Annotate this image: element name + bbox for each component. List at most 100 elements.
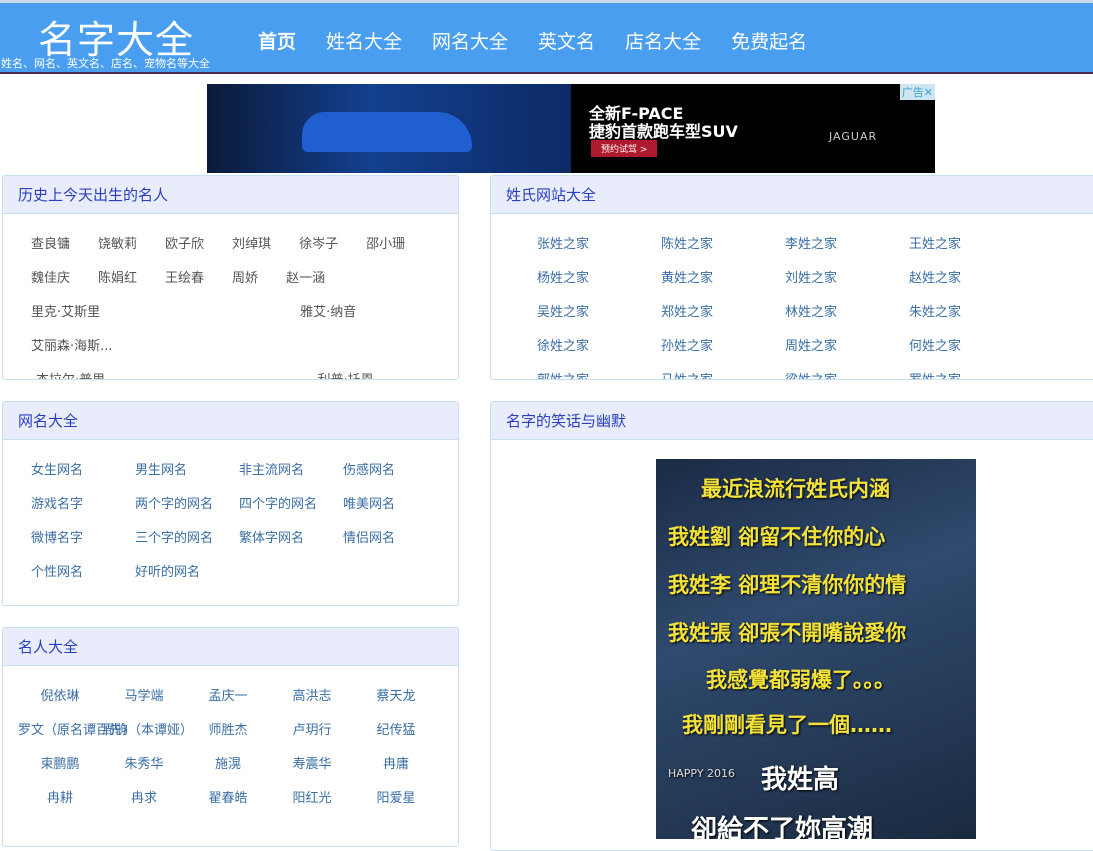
celeb-link[interactable]: 雅艾·纳音 xyxy=(300,296,356,330)
famous-link[interactable]: 卢玥行 xyxy=(270,714,354,748)
surname-link[interactable]: 李姓之家 xyxy=(761,228,885,262)
nav-shop-names[interactable]: 店名大全 xyxy=(625,27,701,54)
surname-link[interactable]: 王姓之家 xyxy=(885,228,1009,262)
celeb-link[interactable]: 利普·托恩 xyxy=(318,364,374,379)
famous-link[interactable]: 马学端 xyxy=(102,680,186,714)
famous-link[interactable]: 翟春皓 xyxy=(186,782,270,816)
poster-line: 我剛剛看見了一個…… xyxy=(682,713,892,737)
surname-link[interactable]: 何姓之家 xyxy=(885,330,1009,364)
ad-car-image xyxy=(207,84,571,173)
netname-link[interactable]: 男生网名 xyxy=(135,454,239,488)
famous-link[interactable]: 冉求 xyxy=(102,782,186,816)
poster-line: 我姓張 卻張不開嘴說愛你 xyxy=(668,621,907,645)
famous-link[interactable]: 束鹏鹏 xyxy=(18,748,102,782)
celeb-link[interactable]: 查良镛 xyxy=(31,228,70,262)
netname-link[interactable]: 女生网名 xyxy=(31,454,135,488)
surname-link[interactable]: 徐姓之家 xyxy=(513,330,637,364)
famous-link[interactable]: 阳爱星 xyxy=(354,782,438,816)
nav-names[interactable]: 姓名大全 xyxy=(326,27,402,54)
netname-link[interactable]: 唯美网名 xyxy=(343,488,447,522)
surname-link[interactable]: 杨姓之家 xyxy=(513,262,637,296)
surname-link[interactable]: 陈姓之家 xyxy=(637,228,761,262)
netname-link[interactable]: 非主流网名 xyxy=(239,454,343,488)
celebs-list: 查良镛 饶敏莉 欧子欣 刘绰琪 徐岑子 邵小珊魏佳庆 陈娟红 王绘春 周娇 赵一涵里克·艾斯里 雅艾… xyxy=(3,214,458,379)
nav-free-naming[interactable]: 免费起名 xyxy=(731,27,807,54)
poster-line: 我感覺都弱爆了。。。 xyxy=(706,668,895,692)
nav-english-names[interactable]: 英文名 xyxy=(538,27,595,54)
famous-link[interactable]: 施滉 xyxy=(186,748,270,782)
surname-link[interactable]: 吴姓之家 xyxy=(513,296,637,330)
celeb-link[interactable]: 魏佳庆 xyxy=(31,262,70,296)
surname-link[interactable]: 郭姓之家 xyxy=(513,364,637,379)
famous-link[interactable]: 纪传猛 xyxy=(354,714,438,748)
netname-link[interactable]: 微博名字 xyxy=(31,522,135,556)
famous-link[interactable]: 冉耕 xyxy=(18,782,102,816)
surname-link[interactable]: 梁姓之家 xyxy=(761,364,885,379)
surname-link[interactable]: 马姓之家 xyxy=(637,364,761,379)
surname-link[interactable]: 朱姓之家 xyxy=(885,296,1009,330)
nav-netnames[interactable]: 网名大全 xyxy=(432,27,508,54)
celeb-link[interactable]: 周娇 xyxy=(232,262,258,296)
famous-link[interactable]: 倪依琳 xyxy=(18,680,102,714)
ad-close-button[interactable]: 广告✕ xyxy=(899,84,935,100)
poster-line: 卻給不了妳高潮 xyxy=(691,815,874,839)
panel-title: 网名大全 xyxy=(3,402,458,440)
netnames-list: 女生网名 男生网名 非主流网名 伤感网名游戏名字 两个字的网名 四个字的网名 唯美网名微博名… xyxy=(3,440,458,590)
netname-link[interactable]: 伤感网名 xyxy=(343,454,447,488)
surname-link[interactable]: 孙姓之家 xyxy=(637,330,761,364)
nav-home[interactable]: 首页 xyxy=(258,27,296,54)
celeb-link[interactable]: 邵小珊 xyxy=(366,228,405,262)
surname-link[interactable]: 郑姓之家 xyxy=(637,296,761,330)
panel-title: 名人大全 xyxy=(3,628,458,666)
famous-link[interactable]: 朱秀华 xyxy=(102,748,186,782)
celeb-link[interactable]: 饶敏莉 xyxy=(98,228,137,262)
celeb-link[interactable]: 里克·艾斯里 xyxy=(31,296,100,330)
netname-link[interactable]: 个性网名 xyxy=(31,556,135,590)
netname-link[interactable]: 情侣网名 xyxy=(343,522,447,556)
celeb-link[interactable]: 刘绰琪 xyxy=(232,228,271,262)
celeb-link[interactable]: 欧子欣 xyxy=(165,228,204,262)
famous-link[interactable]: 罗文（原名谭百先） xyxy=(18,714,135,748)
surnames-list: 张姓之家 陈姓之家 李姓之家 王姓之家杨姓之家 黄姓之家 刘姓之家 赵姓之家吴姓之家 郑姓之家… xyxy=(491,214,1093,379)
famous-link[interactable]: 孟庆一 xyxy=(186,680,270,714)
ad-cta-button[interactable]: 预约试驾 > xyxy=(591,140,658,157)
celeb-link[interactable]: 陈娟红 xyxy=(98,262,137,296)
poster-badge: HAPPY 2016 xyxy=(668,767,736,780)
famous-link[interactable]: 蔡天龙 xyxy=(354,680,438,714)
netname-link[interactable]: 繁体字网名 xyxy=(239,522,343,556)
netname-link[interactable]: 游戏名字 xyxy=(31,488,135,522)
netname-link[interactable]: 三个字的网名 xyxy=(135,522,239,556)
main-nav: 首页 姓名大全 网名大全 英文名 店名大全 免费起名 xyxy=(258,27,837,54)
famous-link[interactable]: 冉庸 xyxy=(354,748,438,782)
site-slogan: 姓名、网名、英文名、店名、宠物名等大全 xyxy=(1,57,210,70)
celeb-link[interactable]: 徐岑子 xyxy=(299,228,338,262)
famous-link[interactable]: 寿震华 xyxy=(270,748,354,782)
surname-link[interactable]: 周姓之家 xyxy=(761,330,885,364)
surname-link[interactable]: 赵姓之家 xyxy=(885,262,1009,296)
panel-surnames: 姓氏网站大全 张姓之家 陈姓之家 李姓之家 王姓之家杨姓之家 黄姓之家 刘姓之家 赵姓之家吴… xyxy=(490,175,1093,380)
netname-link[interactable]: 好听的网名 xyxy=(135,556,239,590)
famous-link[interactable]: 周驹（本谭娅） xyxy=(102,714,193,748)
poster-line: 我姓劉 卻留不住你的心 xyxy=(668,525,886,549)
famous-list: 倪依琳 马学端 孟庆一 高洪志 蔡天龙罗文（原名谭百先） 周驹（本谭娅） 师胜杰 卢玥行 纪传猛… xyxy=(3,666,458,816)
surname-link[interactable]: 罗姓之家 xyxy=(885,364,1009,379)
famous-link[interactable]: 师胜杰 xyxy=(186,714,270,748)
surname-link[interactable]: 林姓之家 xyxy=(761,296,885,330)
famous-link[interactable]: 高洪志 xyxy=(270,680,354,714)
celeb-link[interactable]: 艾丽森·海斯... xyxy=(31,330,113,364)
ad-banner[interactable]: 全新F-PACE 捷豹首款跑车型SUV 预约试驾 > JAGUAR 广告✕ xyxy=(207,84,935,173)
celeb-link[interactable]: 赵一涵 xyxy=(286,262,325,296)
panel-title: 姓氏网站大全 xyxy=(491,176,1093,214)
celeb-link[interactable]: 杰拉尔·普里... xyxy=(36,364,118,379)
netname-link[interactable]: 四个字的网名 xyxy=(239,488,343,522)
humor-poster-image: 最近浪流行姓氏内涵 我姓劉 卻留不住你的心 我姓李 卻理不清你你的情 我姓張 卻… xyxy=(656,459,976,839)
netname-link[interactable]: 两个字的网名 xyxy=(135,488,239,522)
famous-link[interactable]: 阳红光 xyxy=(270,782,354,816)
panel-netnames: 网名大全 女生网名 男生网名 非主流网名 伤感网名游戏名字 两个字的网名 四个字的网名 唯美… xyxy=(2,401,459,606)
panel-celebs-today: 历史上今天出生的名人 查良镛 饶敏莉 欧子欣 刘绰琪 徐岑子 邵小珊 魏佳庆 陈娟红 王绘春 周娇… xyxy=(2,175,459,380)
celeb-link[interactable]: 王绘春 xyxy=(165,262,204,296)
surname-link[interactable]: 刘姓之家 xyxy=(761,262,885,296)
surname-link[interactable]: 黄姓之家 xyxy=(637,262,761,296)
surname-link[interactable]: 张姓之家 xyxy=(513,228,637,262)
poster-line: 我姓高 xyxy=(761,765,840,795)
